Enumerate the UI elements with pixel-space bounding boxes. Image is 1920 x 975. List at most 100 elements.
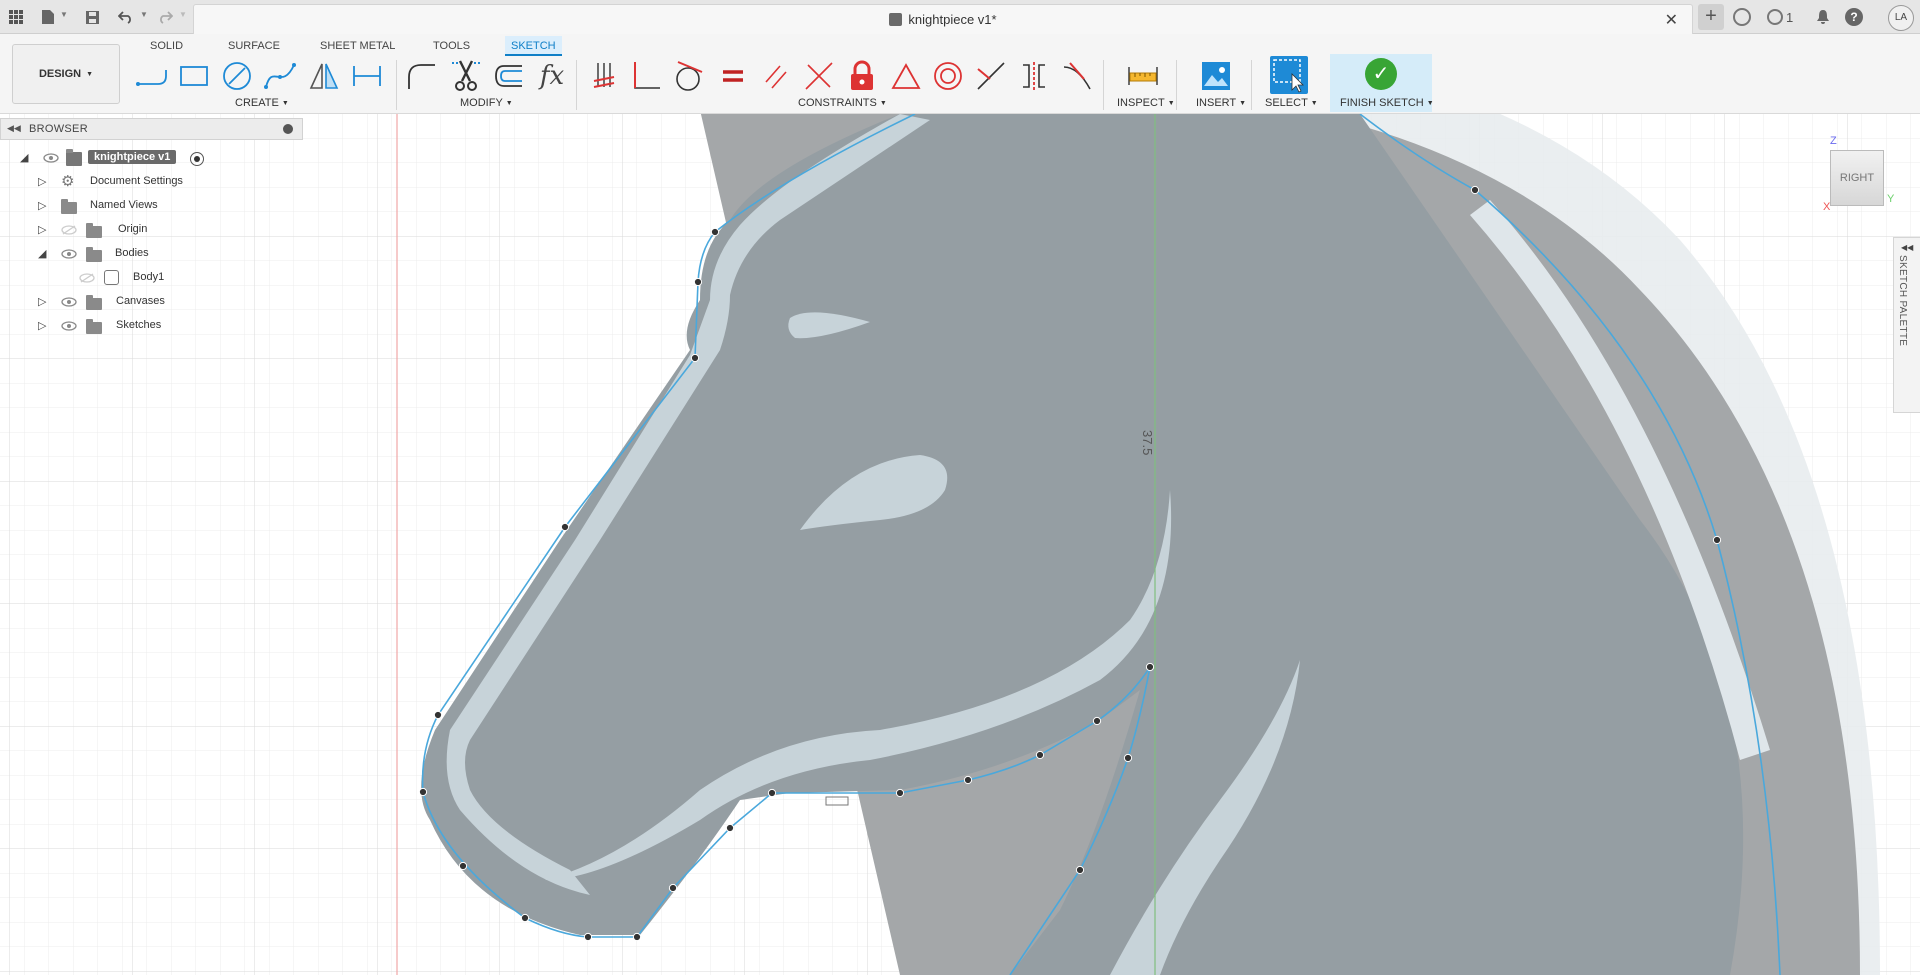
insert-menu-label: INSERT <box>1196 97 1237 109</box>
offset-tool-icon[interactable] <box>490 58 526 94</box>
workspace-switcher-button[interactable]: DESIGN ▼ <box>12 44 120 104</box>
parallel-constraint-icon[interactable] <box>758 58 794 94</box>
tree-item-origin[interactable]: Origin <box>118 223 147 235</box>
close-tab-icon[interactable]: ✕ <box>1665 10 1678 30</box>
visibility-eye-icon[interactable] <box>61 249 77 259</box>
user-avatar[interactable]: LA <box>1888 5 1914 31</box>
modify-menu-label: MODIFY <box>460 97 503 109</box>
expand-triangle-icon[interactable]: ▷ <box>38 295 50 309</box>
tree-item-body1[interactable]: Body1 <box>133 271 164 283</box>
expand-triangle-icon[interactable]: ▷ <box>38 223 50 237</box>
finish-sketch-menu[interactable]: FINISH SKETCH ▼ <box>1340 97 1434 109</box>
tree-item-sketches[interactable]: Sketches <box>116 319 161 331</box>
tab-sketch[interactable]: SKETCH <box>505 36 562 56</box>
constraints-menu[interactable]: CONSTRAINTS ▼ <box>798 97 887 109</box>
perpendicular-constraint-icon[interactable] <box>801 58 837 94</box>
tree-item-bodies[interactable]: Bodies <box>115 247 149 259</box>
symmetry-constraint-icon[interactable] <box>1016 58 1052 94</box>
create-menu[interactable]: CREATE ▼ <box>235 97 289 109</box>
hidden-eye-icon[interactable] <box>61 225 77 235</box>
undo-icon[interactable] <box>116 7 136 27</box>
visibility-eye-icon[interactable] <box>61 321 77 331</box>
file-menu-caret-icon[interactable]: ▼ <box>60 10 68 19</box>
inspect-menu[interactable]: INSPECT ▼ <box>1117 97 1175 109</box>
collapse-triangle-icon[interactable]: ◢ <box>38 247 50 261</box>
browser-root-label[interactable]: knightpiece v1 <box>88 150 177 164</box>
ribbon-toolbar: DESIGN ▼ SOLID SURFACE SHEET METAL TOOLS … <box>0 34 1920 114</box>
rectangle-tool-icon[interactable] <box>176 58 212 94</box>
dimension-tool-icon[interactable] <box>349 58 385 94</box>
tab-sheet-metal[interactable]: SHEET METAL <box>314 36 401 56</box>
browser-collapse-icon[interactable]: ◀◀ <box>7 123 21 134</box>
equal-constraint-icon[interactable] <box>715 58 751 94</box>
visibility-eye-icon[interactable] <box>43 153 59 163</box>
help-icon[interactable]: ? <box>1845 8 1863 26</box>
apps-grid-icon[interactable] <box>6 7 26 27</box>
expand-triangle-icon[interactable]: ▷ <box>38 319 50 333</box>
undo-caret-icon[interactable]: ▼ <box>140 10 148 19</box>
extensions-icon[interactable] <box>1733 8 1751 26</box>
midpoint-triangle-constraint-icon[interactable] <box>888 58 924 94</box>
horizontal-vertical-constraint-icon[interactable] <box>586 58 622 94</box>
toolbar-divider <box>1176 60 1177 110</box>
spline-tool-icon[interactable] <box>262 58 298 94</box>
hidden-eye-icon[interactable] <box>79 273 95 283</box>
save-icon[interactable] <box>82 7 102 27</box>
insert-menu[interactable]: INSERT ▼ <box>1196 97 1246 109</box>
toolbar-divider <box>1251 60 1252 110</box>
redo-caret-icon[interactable]: ▼ <box>179 10 187 19</box>
tree-item-canvases[interactable]: Canvases <box>116 295 165 307</box>
folder-icon <box>86 223 102 238</box>
coincident-constraint-icon[interactable] <box>628 58 664 94</box>
create-menu-caret-icon: ▼ <box>281 100 289 107</box>
expand-triangle-icon[interactable]: ▷ <box>38 175 50 189</box>
tab-surface[interactable]: SURFACE <box>222 36 286 56</box>
tab-solid[interactable]: SOLID <box>144 36 189 56</box>
title-bar: ▼ ▼ ▼ knightpiece v1* ✕ + 1 ? LA <box>0 0 1920 34</box>
tangent-constraint-icon[interactable] <box>670 58 706 94</box>
fillet-tool-icon[interactable] <box>403 58 439 94</box>
browser-minimize-icon[interactable] <box>283 124 293 134</box>
visibility-eye-icon[interactable] <box>61 297 77 307</box>
select-menu[interactable]: SELECT ▼ <box>1265 97 1318 109</box>
tree-item-document-settings[interactable]: Document Settings <box>90 175 183 187</box>
line-tool-icon[interactable] <box>134 58 170 94</box>
select-tool-icon[interactable] <box>1270 56 1308 94</box>
mirror-tool-icon[interactable] <box>306 58 342 94</box>
job-status[interactable]: 1 <box>1767 6 1793 28</box>
checkmark-icon[interactable]: ✓ <box>1365 58 1397 90</box>
trim-scissors-icon[interactable] <box>448 58 484 94</box>
dimension-label[interactable]: 37.5 <box>1140 430 1155 455</box>
circle-tool-icon[interactable] <box>219 58 255 94</box>
sketch-canvas[interactable]: 37.5 <box>0 114 1920 975</box>
redo-icon[interactable] <box>155 7 175 27</box>
notifications-bell-icon[interactable] <box>1812 6 1834 28</box>
document-tab[interactable]: knightpiece v1* ✕ <box>193 4 1693 34</box>
new-tab-button[interactable]: + <box>1698 4 1724 30</box>
inspect-menu-caret-icon: ▼ <box>1167 100 1175 107</box>
toolbar-divider <box>1103 60 1104 110</box>
create-menu-label: CREATE <box>235 97 279 109</box>
browser-panel-header[interactable]: ◀◀ BROWSER <box>0 118 303 140</box>
insert-image-icon[interactable] <box>1198 58 1234 94</box>
finish-sketch-label: FINISH SKETCH <box>1340 97 1424 109</box>
modify-menu[interactable]: MODIFY ▼ <box>460 97 513 109</box>
concentric-constraint-icon[interactable] <box>930 58 966 94</box>
expand-palette-icon[interactable]: ◀◀ <box>1901 243 1913 252</box>
axis-x-label: X <box>1823 201 1831 213</box>
measure-ruler-icon[interactable] <box>1125 58 1161 94</box>
activate-radio-icon[interactable] <box>190 152 204 166</box>
file-icon[interactable] <box>38 7 58 27</box>
curvature-constraint-icon[interactable] <box>1059 58 1095 94</box>
tree-item-named-views[interactable]: Named Views <box>90 199 158 211</box>
axis-y-label: Y <box>1887 193 1895 205</box>
constraints-menu-caret-icon: ▼ <box>879 100 887 107</box>
collinear-constraint-icon[interactable] <box>973 58 1009 94</box>
workspace-label: DESIGN <box>38 68 82 80</box>
view-cube[interactable]: RIGHT <box>1830 150 1884 206</box>
change-parameters-fx-icon[interactable]: fx <box>534 58 570 94</box>
expand-triangle-icon[interactable]: ▷ <box>38 199 50 213</box>
expand-triangle-icon[interactable]: ◢ <box>20 151 32 165</box>
fix-lock-constraint-icon[interactable] <box>844 58 880 94</box>
tab-tools[interactable]: TOOLS <box>427 36 476 56</box>
